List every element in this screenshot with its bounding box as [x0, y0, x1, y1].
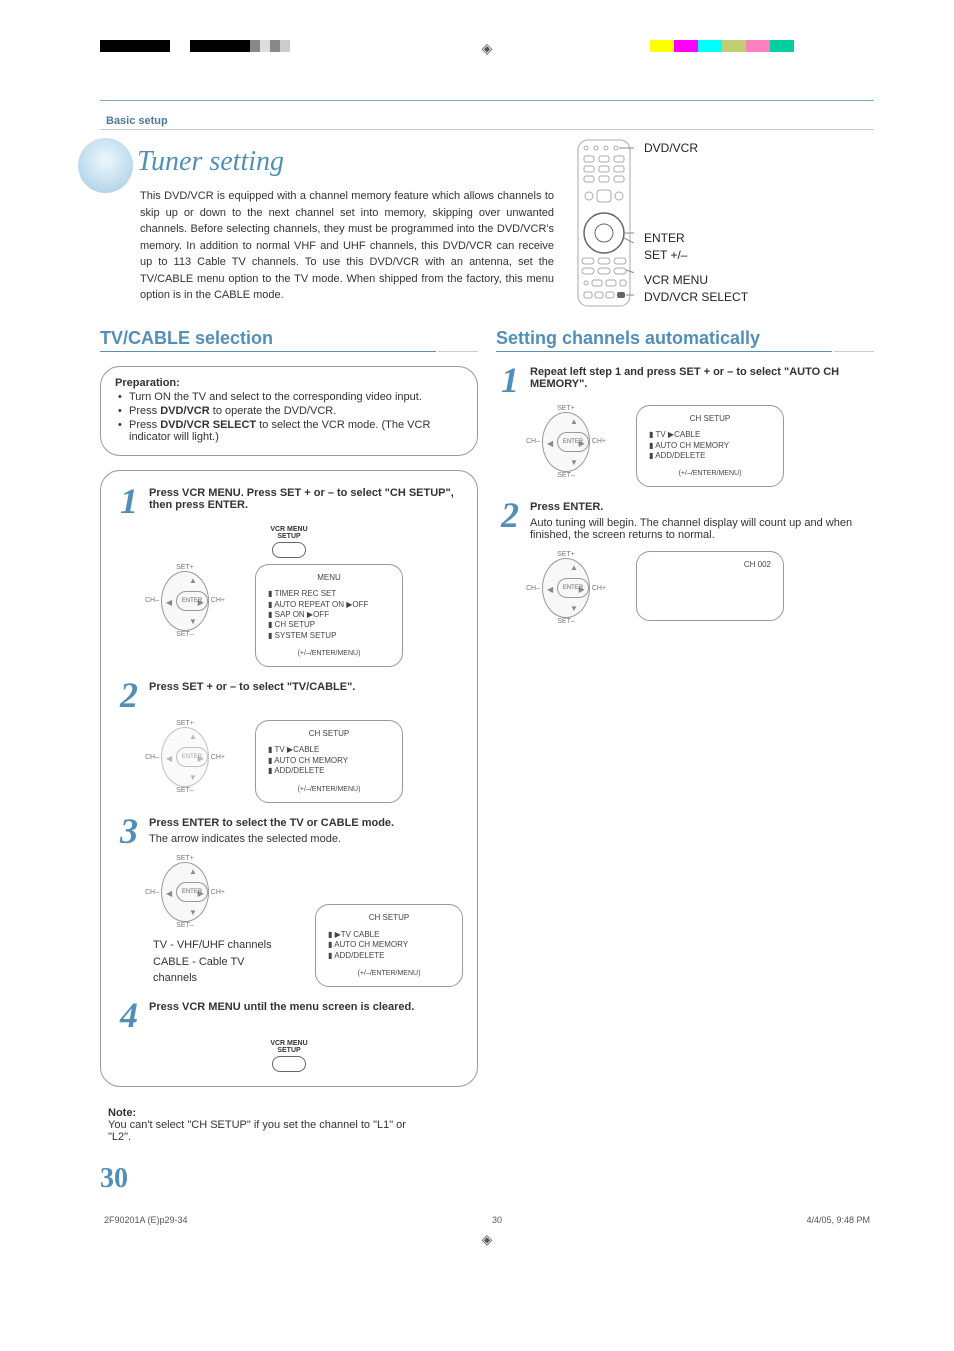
step-number: 1	[115, 487, 143, 516]
mode-desc: TV - VHF/UHF channels CABLE - Cable TV c…	[153, 937, 285, 987]
footer-right: 4/4/05, 9:48 PM	[806, 1215, 870, 1225]
ch-setup-screen: CH SETUP ▮ ▶TV CABLE ▮ AUTO CH MEMORY ▮ …	[315, 904, 463, 987]
remote-label-dvdvcr: DVD/VCR	[644, 140, 748, 157]
print-registration-marks: ◈	[100, 40, 874, 60]
enter-pad-icon: SET+ CH– ▲▼◀▶ENTER CH+ SET–	[526, 551, 606, 625]
vcr-menu-button-icon: VCR MENU SETUP	[249, 1040, 329, 1072]
step-number: 1	[496, 366, 524, 395]
step-number: 2	[496, 501, 524, 541]
ch-setup-screen: CH SETUP ▮ TV ▶CABLE ▮ AUTO CH MEMORY ▮ …	[636, 405, 784, 488]
enter-pad-icon: SET+ CH– ▲▼◀▶ENTER CH+ SET–	[145, 564, 225, 638]
step-text: Repeat left step 1 and press SET + or – …	[530, 366, 874, 395]
page-title: Tuner setting	[100, 146, 554, 178]
section-label: Basic setup	[106, 115, 874, 127]
vcr-menu-button-icon: VCR MENU SETUP	[249, 526, 329, 558]
right-heading: Setting channels automatically	[496, 328, 874, 349]
step-text: Press ENTER. Auto tuning will begin. The…	[530, 501, 874, 541]
prep-bullet: Press DVD/VCR to operate the DVD/VCR.	[115, 405, 463, 417]
step-number: 4	[115, 1001, 143, 1030]
remote-label-vcrmenu: VCR MENU	[644, 272, 748, 289]
registration-mark-icon: ◈	[100, 1231, 874, 1248]
step-text: Press VCR MENU. Press SET + or – to sele…	[149, 487, 463, 516]
footer-center: 30	[492, 1215, 502, 1225]
step-number: 3	[115, 817, 143, 846]
page-number: 30	[100, 1163, 874, 1195]
enter-pad-icon: SET+ CH– ▲▼◀▶ENTER CH+ SET–	[145, 720, 225, 794]
remote-label-enter: ENTER	[644, 230, 748, 247]
remote-outline-icon	[574, 138, 634, 308]
note: Note: You can't select "CH SETUP" if you…	[108, 1107, 428, 1143]
prep-bullet: Turn ON the TV and select to the corresp…	[115, 391, 463, 403]
registration-mark-icon: ◈	[482, 40, 493, 57]
footer-left: 2F90201A (E)p29-34	[104, 1215, 188, 1225]
step-text: Press ENTER to select the TV or CABLE mo…	[149, 817, 463, 846]
prep-title: Preparation:	[115, 377, 463, 389]
remote-label-select: DVD/VCR SELECT	[644, 289, 748, 306]
step-text: Press VCR MENU until the menu screen is …	[149, 1001, 463, 1030]
menu-screen: MENU ▮ TIMER REC SET ▮ AUTO REPEAT ON ▶O…	[255, 564, 403, 667]
step-number: 2	[115, 681, 143, 710]
remote-diagram: DVD/VCR ENTER SET +/– VCR MENU DVD/VCR S…	[574, 138, 874, 308]
step-text: Press SET + or – to select "TV/CABLE".	[149, 681, 463, 710]
ch-setup-screen: CH SETUP ▮ TV ▶CABLE ▮ AUTO CH MEMORY ▮ …	[255, 720, 403, 803]
header-rule	[100, 100, 874, 101]
steps-box: 1 Press VCR MENU. Press SET + or – to se…	[100, 470, 478, 1087]
enter-pad-icon: SET+ CH– ▲▼◀▶ENTER CH+ SET–	[145, 855, 225, 929]
left-heading: TV/CABLE selection	[100, 328, 478, 349]
remote-label-set: SET +/–	[644, 247, 748, 264]
prep-bullet: Press DVD/VCR SELECT to select the VCR m…	[115, 419, 463, 443]
enter-pad-icon: SET+ CH– ▲▼◀▶ENTER CH+ SET–	[526, 405, 606, 479]
tuning-screen: CH 002	[636, 551, 784, 621]
footer: 2F90201A (E)p29-34 30 4/4/05, 9:48 PM	[100, 1215, 874, 1225]
intro-text: This DVD/VCR is equipped with a channel …	[140, 188, 554, 304]
preparation-box: Preparation: Turn ON the TV and select t…	[100, 366, 478, 456]
